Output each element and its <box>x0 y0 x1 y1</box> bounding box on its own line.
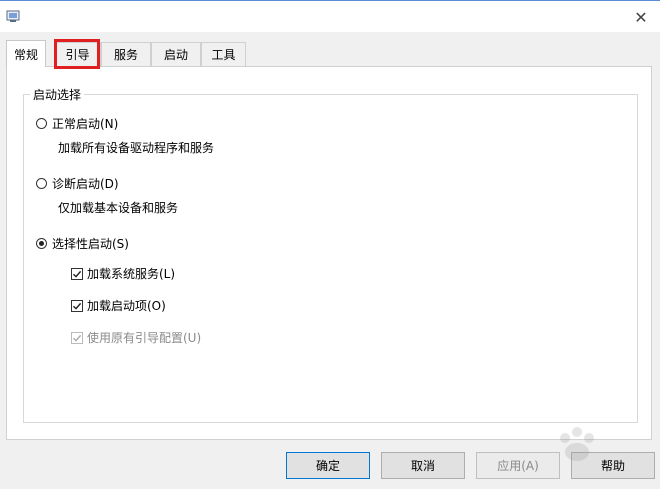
help-button[interactable]: 帮助 <box>571 452 655 479</box>
tab-label: 服务 <box>113 48 138 62</box>
checkmark-icon <box>71 299 83 312</box>
tab-label: 启动 <box>163 48 188 62</box>
normal-startup-radio[interactable]: 正常启动(N) <box>36 115 118 132</box>
tab-label: 工具 <box>211 48 236 62</box>
system-config-icon <box>6 10 20 22</box>
cancel-button[interactable]: 取消 <box>381 452 465 479</box>
button-label: 应用(A) <box>497 459 539 473</box>
selective-startup-radio[interactable]: 选择性启动(S) <box>36 235 129 252</box>
checkmark-disabled-icon <box>71 331 83 344</box>
tab-general[interactable]: 常规 <box>6 40 46 67</box>
diagnostic-startup-radio[interactable]: 诊断启动(D) <box>36 175 119 192</box>
group-title: 启动选择 <box>30 86 85 103</box>
radio-icon <box>36 178 47 189</box>
button-label: 确定 <box>315 459 340 473</box>
normal-startup-description: 加载所有设备驱动程序和服务 <box>58 141 215 155</box>
tab-boot[interactable]: 引导 <box>54 42 101 66</box>
ok-button[interactable]: 确定 <box>286 452 370 479</box>
button-label: 取消 <box>410 459 435 473</box>
checkmark-icon <box>71 267 83 280</box>
checkbox-label: 使用原有引导配置(U) <box>87 331 202 345</box>
load-system-services-checkbox[interactable]: 加载系统服务(L) <box>71 265 175 282</box>
tab-services[interactable]: 服务 <box>101 42 151 66</box>
general-tab-panel: 启动选择 正常启动(N) 加载所有设备驱动程序和服务 诊断启动(D) 仅加载基本… <box>6 66 652 440</box>
tab-label: 常规 <box>13 47 38 62</box>
close-icon: ✕ <box>634 7 648 27</box>
button-label: 帮助 <box>600 459 625 473</box>
load-startup-items-checkbox[interactable]: 加载启动项(O) <box>71 297 166 314</box>
radio-label: 正常启动(N) <box>52 117 119 131</box>
diagnostic-startup-description: 仅加载基本设备和服务 <box>58 201 179 215</box>
radio-label: 诊断启动(D) <box>52 177 119 191</box>
checkbox-label: 加载启动项(O) <box>87 299 166 313</box>
apply-button: 应用(A) <box>476 452 560 479</box>
checkbox-label: 加载系统服务(L) <box>87 267 176 281</box>
startup-selection-group: 启动选择 正常启动(N) 加载所有设备驱动程序和服务 诊断启动(D) 仅加载基本… <box>23 86 638 423</box>
close-button[interactable]: ✕ <box>628 4 654 30</box>
radio-label: 选择性启动(S) <box>52 237 129 251</box>
radio-selected-icon <box>36 238 47 249</box>
tab-startup[interactable]: 启动 <box>151 42 201 66</box>
tab-label: 引导 <box>65 48 90 62</box>
tab-tools[interactable]: 工具 <box>201 42 246 66</box>
use-original-boot-config-checkbox: 使用原有引导配置(U) <box>71 329 201 346</box>
title-bar: ✕ <box>0 0 660 32</box>
radio-icon <box>36 118 47 129</box>
